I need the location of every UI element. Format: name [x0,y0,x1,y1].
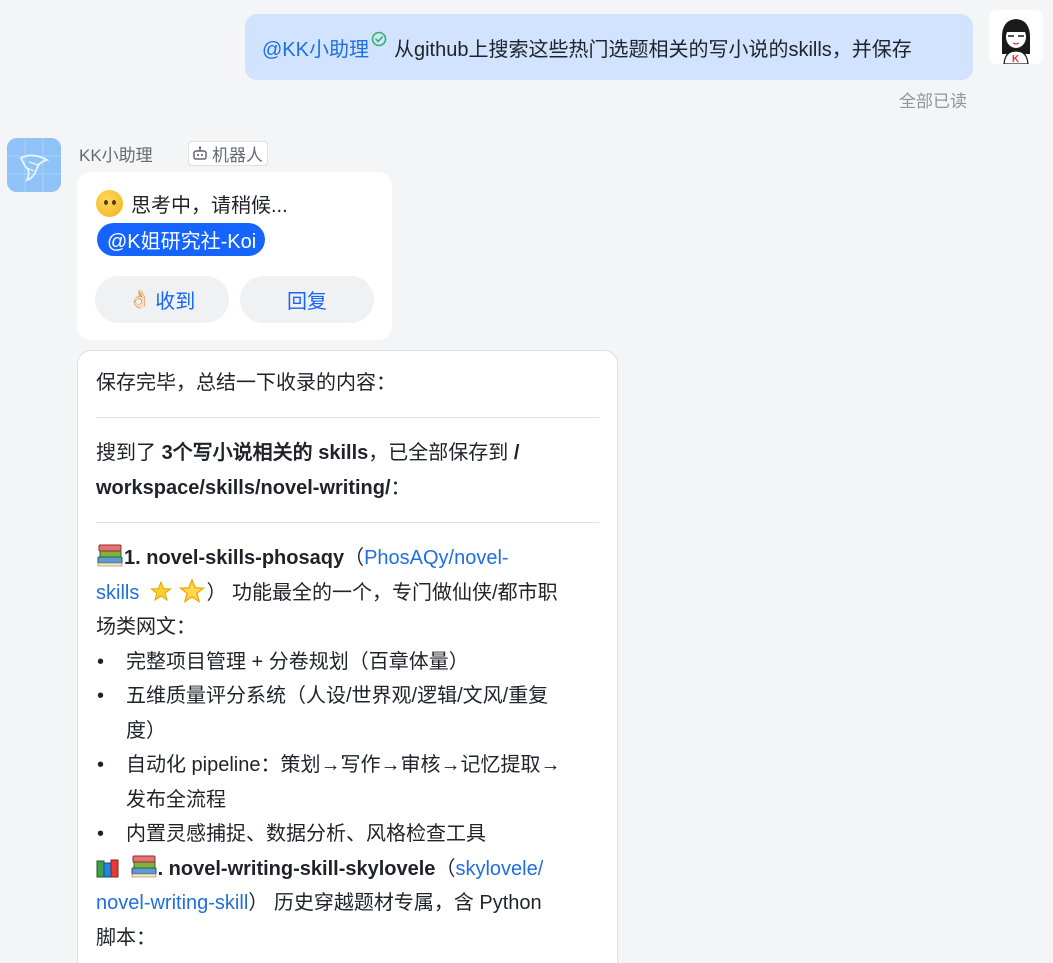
chat-view: @KK小助理 从github上搜索这些热门选题相关的写小说的skills，并保存… [0,0,1053,963]
skill-1-repo-link-cont[interactable]: skills [96,582,139,604]
reply-button[interactable]: 回复 [240,276,374,323]
summary-intro: 保存完毕，总结一下收录的内容： [96,372,396,394]
paren: ） [248,892,269,914]
paren: （ [344,547,365,569]
skill-2-description-cont: 脚本： [96,926,156,949]
list-item: 五维质量评分系统（人设/世界观/逻辑/文风/重复度） [96,679,599,748]
books-icon [96,859,119,877]
saved-paragraph: 搜到了 3个写小说相关的 skills，已全部保存到 / workspace/sk… [96,436,599,505]
list-item-text-cont: 度） [126,719,166,742]
mention-link[interactable]: @KK小助理 [262,33,369,62]
paren: ） [206,581,227,604]
saved-suffix: ： [390,476,411,499]
skill-1-description: 功能最全的一个，专门做仙侠/都市职 [226,581,558,604]
list-item-text-cont: 发布全流程 [126,788,226,811]
books-icon [97,544,123,567]
list-item: 完整项目管理 + 分卷规划（百章体量） [96,645,599,680]
ack-button[interactable]: 👌🏻 收到 [95,276,229,323]
outgoing-message-bubble[interactable]: @KK小助理 从github上搜索这些热门选题相关的写小说的skills，并保存 [245,14,973,80]
svg-text:K: K [1012,54,1020,64]
skill-1-description-cont: 场类网文： [96,616,196,638]
bot-badge: 机器人 [188,141,268,166]
glowing-star-icon [179,577,206,603]
avatar[interactable]: K [989,10,1043,64]
saved-prefix: 搜到了 [96,442,162,464]
skill-1-repo-link[interactable]: PhosAQy/novel- [364,547,509,569]
ack-button-label: 收到 [155,291,196,313]
books-icon [131,855,157,877]
divider [96,522,599,523]
saved-count: 3个写小说相关的 skills [161,442,369,464]
saved-path: / [513,442,520,464]
mention-pill[interactable]: @K姐研究社-Koi [97,223,266,256]
robot-icon [193,146,207,160]
thinking-status-text: 思考中，请稍候... [131,195,288,217]
paren: （ [435,857,456,880]
divider [96,417,599,418]
skill-1-block: 1. novel-skills-phosaqy（PhosAQy/novel-sk… [96,541,599,955]
skill-1-features: 完整项目管理 + 分卷规划（百章体量） 五维质量评分系统（人设/世界观/逻辑/文… [96,645,599,852]
skill-1-heading: 1. novel-skills-phosaqy（PhosAQy/novel-sk… [96,541,599,645]
list-item: 内置灵感捕捉、数据分析、风格检查工具 [96,817,599,852]
verified-check-icon [371,31,387,47]
bot-name[interactable]: KK小助理 [79,141,153,166]
skill-2-repo-link[interactable]: skylovele/ [455,858,543,880]
thinking-face-icon [96,190,123,217]
outgoing-message-text: 从github上搜索这些热门选题相关的写小说的skills，并保存 [393,38,912,61]
skill-2-description: 历史穿越题材专属，含 Python [268,892,542,914]
list-item-text: 五维质量评分系统（人设/世界观/逻辑/文风/重复 [126,685,549,707]
thinking-status: 思考中，请稍候... [96,189,288,218]
list-item: 自动化 pipeline：策划→写作→审核→记忆提取→ 发布全流程 [96,748,599,817]
skill-2-heading: . novel-writing-skill-skylovele（skylovel… [96,852,599,956]
saved-mid: ，已全部保存到 [368,442,514,464]
saved-path-cont: workspace/skills/novel-writing/ [96,476,391,499]
read-status: 全部已读 [899,92,967,111]
summary-card: 保存完毕，总结一下收录的内容： 搜到了 3个写小说相关的 skills，已全部保… [77,350,618,963]
list-item-text: 自动化 pipeline：策划→写作→审核→记忆提取→ [126,754,561,776]
bot-avatar[interactable] [7,138,61,192]
reply-button-label: 回复 [287,291,327,313]
skill-2-repo-link-cont[interactable]: novel-writing-skill [96,892,248,914]
skill-2-title: . novel-writing-skill-skylovele [157,857,436,880]
star-icon [149,580,172,601]
skill-1-title: 1. novel-skills-phosaqy [124,547,345,569]
ok-hand-icon: 👌🏻 [128,289,152,309]
bot-badge-label: 机器人 [212,146,263,165]
